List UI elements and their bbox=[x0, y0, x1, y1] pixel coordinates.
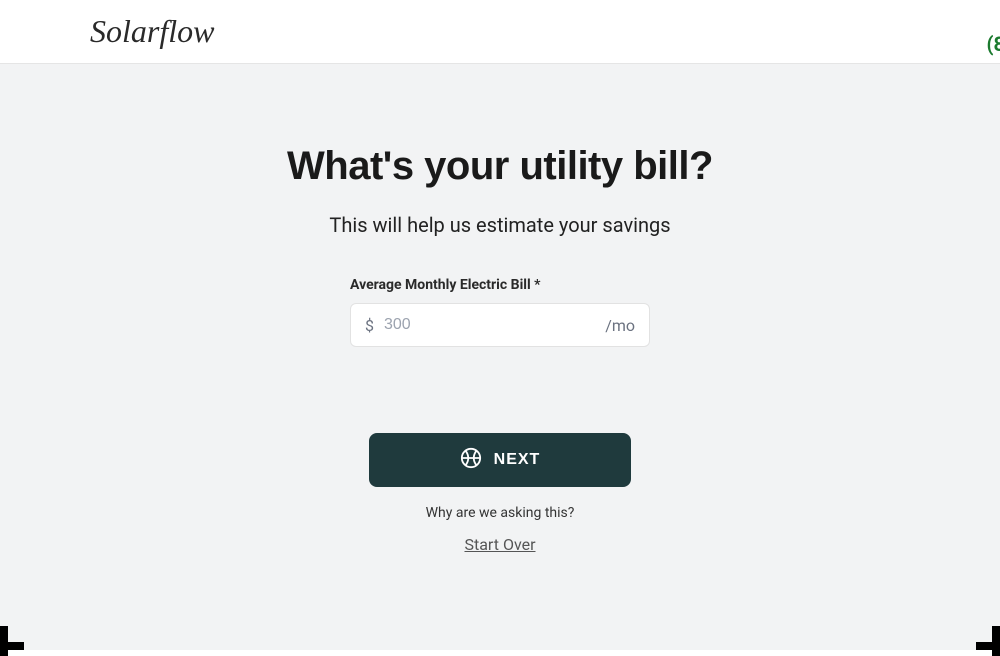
header: Solarflow (8 bbox=[0, 0, 1000, 64]
bill-input[interactable] bbox=[384, 316, 595, 334]
phone-number-fragment: (8 bbox=[987, 32, 1000, 56]
page-subheading: This will help us estimate your savings bbox=[0, 213, 1000, 237]
crop-mark bbox=[992, 626, 1000, 656]
crop-mark bbox=[0, 626, 8, 656]
currency-prefix: $ bbox=[365, 316, 374, 335]
bill-input-group: $ /mo bbox=[350, 303, 650, 347]
start-over-link[interactable]: Start Over bbox=[464, 535, 535, 554]
next-button-label: NEXT bbox=[494, 451, 541, 469]
per-month-suffix: /mo bbox=[605, 316, 635, 335]
globe-icon bbox=[460, 447, 482, 474]
why-asking-link[interactable]: Why are we asking this? bbox=[0, 505, 1000, 521]
logo: Solarflow bbox=[90, 13, 214, 50]
main-content: What's your utility bill? This will help… bbox=[0, 64, 1000, 650]
bill-field-label: Average Monthly Electric Bill * bbox=[350, 277, 650, 293]
page-heading: What's your utility bill? bbox=[0, 144, 1000, 189]
next-button[interactable]: NEXT bbox=[369, 433, 631, 487]
bill-field: Average Monthly Electric Bill * $ /mo bbox=[350, 277, 650, 347]
